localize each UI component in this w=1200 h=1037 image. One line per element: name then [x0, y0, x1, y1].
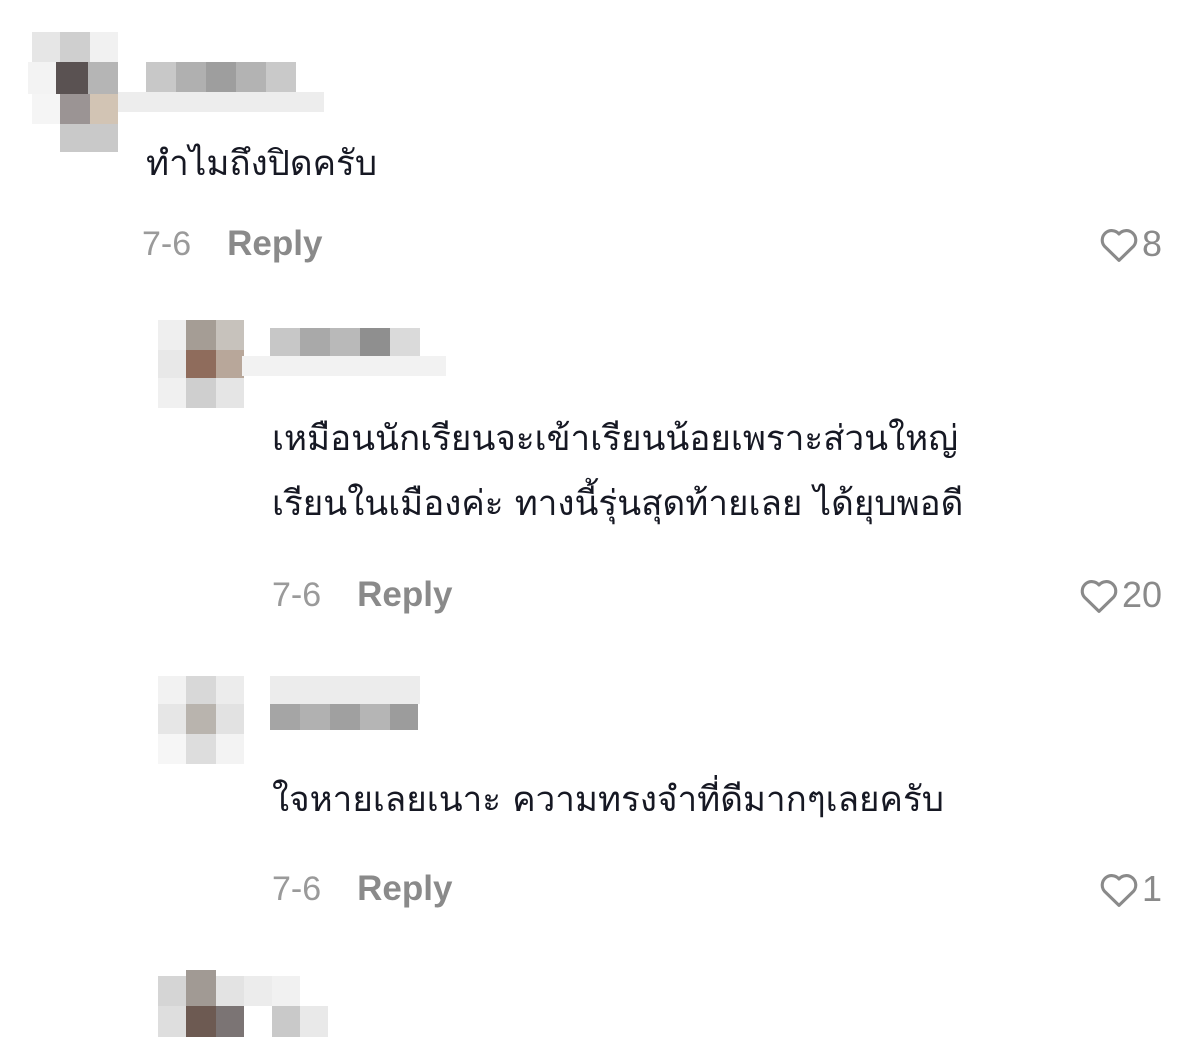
avatar-pixel: [158, 704, 186, 734]
like-count: 20: [1121, 574, 1162, 615]
avatar-pixel: [158, 320, 186, 350]
name-pixel: [146, 62, 176, 92]
avatar-pixel: [32, 32, 60, 62]
avatar-pixel: [186, 676, 216, 704]
comment-text-line: เรียนในเมืองค่ะ ทางนี้รุ่นสุดท้ายเลย ได้…: [272, 484, 964, 524]
avatar-pixel: [272, 1006, 300, 1037]
avatar[interactable]: [158, 970, 330, 1037]
avatar-pixel: [272, 976, 300, 1006]
avatar-pixel: [186, 704, 216, 734]
avatar[interactable]: [28, 32, 124, 152]
avatar-pixel: [244, 976, 272, 1006]
avatar-pixel: [158, 378, 186, 408]
heart-outline-icon: [1100, 229, 1138, 262]
name-pixel: [390, 704, 418, 730]
comment-date: 7-6: [272, 869, 322, 908]
avatar-pixel: [186, 1006, 216, 1037]
avatar-pixel: [158, 676, 186, 704]
heart-outline-icon: [1100, 874, 1138, 907]
avatar-pixel: [300, 1006, 328, 1037]
avatar[interactable]: [158, 298, 248, 410]
avatar-pixel: [28, 62, 56, 94]
avatar-pixel: [90, 94, 118, 124]
name-pixel: [390, 328, 420, 356]
username[interactable]: [242, 676, 420, 732]
comment-meta: 7-6 Reply: [272, 865, 452, 913]
avatar-pixel: [186, 350, 216, 378]
avatar-pixel: [158, 976, 186, 1006]
avatar-pixel: [186, 970, 216, 1006]
avatar-pixel: [56, 62, 88, 94]
like-button[interactable]: 20: [1078, 571, 1162, 619]
like-count: 1: [1141, 868, 1162, 909]
comment-text: ใจหายเลยเนาะ ความทรงจำที่ดีมากๆเลยครับ: [272, 780, 944, 820]
avatar[interactable]: [158, 676, 248, 766]
reply-button[interactable]: Reply: [357, 575, 452, 615]
avatar-pixel: [158, 734, 186, 764]
avatar-pixel: [216, 1006, 244, 1037]
avatar-pixel: [90, 32, 118, 62]
name-pixel: [330, 328, 360, 356]
comment-text: ทำไมถึงปิดครับ: [146, 144, 378, 184]
like-button[interactable]: 8: [1098, 220, 1162, 268]
name-pixel: [330, 704, 360, 730]
comment-date: 7-6: [272, 575, 322, 614]
avatar-pixel: [60, 32, 90, 62]
like-count: 8: [1141, 223, 1162, 264]
avatar-pixel: [216, 734, 244, 764]
avatar-pixel: [216, 378, 244, 408]
username[interactable]: [118, 56, 324, 112]
avatar-pixel: [88, 62, 118, 94]
avatar-pixel: [216, 320, 244, 350]
avatar-pixel: [186, 378, 216, 408]
avatar-pixel: [216, 676, 244, 704]
heart-outline-icon: [1080, 580, 1118, 613]
avatar-pixel: [186, 734, 216, 764]
name-pixel: [242, 356, 446, 376]
avatar-pixel: [60, 124, 118, 152]
reply-button[interactable]: Reply: [357, 869, 452, 909]
comment-date: 7-6: [142, 224, 192, 263]
name-pixel: [266, 62, 296, 92]
avatar-pixel: [216, 704, 244, 734]
name-pixel: [206, 62, 236, 92]
like-button[interactable]: 1: [1098, 865, 1162, 913]
comment-text-line: เหมือนนักเรียนจะเข้าเรียนน้อยเพราะส่วนให…: [272, 419, 959, 459]
comment-meta: 7-6 Reply: [272, 571, 452, 619]
comment-meta: 7-6 Reply: [142, 220, 322, 268]
name-pixel: [360, 704, 390, 730]
name-pixel: [236, 62, 266, 92]
name-pixel: [118, 92, 324, 112]
name-pixel: [270, 328, 300, 356]
name-pixel: [300, 704, 330, 730]
name-pixel: [176, 62, 206, 92]
avatar-pixel: [60, 94, 90, 124]
avatar-pixel: [32, 94, 60, 124]
avatar-pixel: [186, 320, 216, 350]
username[interactable]: [242, 328, 446, 376]
name-pixel: [300, 328, 330, 356]
avatar-pixel: [216, 976, 244, 1006]
name-pixel: [270, 676, 420, 704]
avatar-pixel: [216, 350, 244, 378]
name-pixel: [270, 704, 300, 730]
avatar-pixel: [158, 350, 186, 378]
name-pixel: [360, 328, 390, 356]
avatar-pixel: [158, 1006, 186, 1037]
reply-button[interactable]: Reply: [227, 224, 322, 264]
